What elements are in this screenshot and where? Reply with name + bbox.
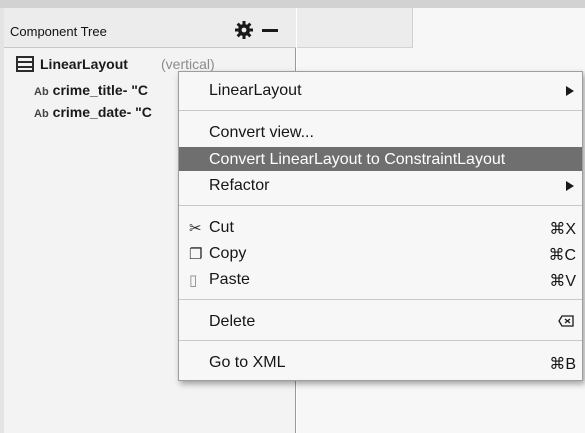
menu-item-label: Paste [209,271,250,288]
design-area-header [297,8,413,48]
gear-icon[interactable] [234,20,254,40]
linear-layout-icon [16,56,34,72]
menu-item-shortcut: ⌘B [549,356,576,373]
context-menu: LinearLayout Convert view... Convert Lin… [178,71,583,381]
menu-item-label: Convert LinearLayout to ConstraintLayout [209,151,506,168]
menu-separator [179,299,582,300]
copy-icon: ❐ [189,246,203,263]
submenu-arrow-icon [566,86,574,96]
minimize-icon[interactable] [262,29,278,32]
panel-header: Component Tree [4,8,296,48]
tree-item-crime-title[interactable]: Ab crime_title- "C [34,82,194,102]
menu-item-label: Refactor [209,177,270,194]
tree-root-orientation: (vertical) [161,56,215,72]
menu-item-label: Go to XML [209,354,286,371]
textview-icon: Ab [34,86,49,98]
menu-item-shortcut: ⌘X [549,221,576,238]
menu-separator [179,110,582,111]
menu-item-copy[interactable]: ❐ Copy ⌘C [179,241,582,265]
menu-item-go-to-xml[interactable]: Go to XML ⌘B [179,350,582,374]
menu-item-label: LinearLayout [209,82,302,99]
menu-item-label: Convert view... [209,124,314,141]
menu-item-convert-view[interactable]: Convert view... [179,120,582,144]
menu-item-refactor[interactable]: Refactor [179,173,582,197]
submenu-arrow-icon [566,181,574,191]
menu-separator [179,340,582,341]
delete-key-icon [558,315,574,327]
menu-item-shortcut: ⌘V [549,273,576,290]
cut-icon: ✂ [189,220,202,237]
tree-root-label: LinearLayout [40,56,128,72]
menu-item-shortcut: ⌘C [548,247,576,264]
tree-item-label: crime_title- "C [52,82,149,98]
menu-item-linearlayout[interactable]: LinearLayout [179,78,582,102]
menu-item-delete[interactable]: Delete [179,309,582,333]
menu-item-label: Copy [209,245,247,262]
paste-icon: ▯ [189,272,198,289]
menu-item-paste[interactable]: ▯ Paste ⌘V [179,267,582,291]
window-top-border [0,0,585,8]
menu-separator [179,205,582,206]
menu-item-convert-to-constraintlayout[interactable]: Convert LinearLayout to ConstraintLayout [179,147,582,171]
menu-item-label: Cut [209,219,234,236]
tree-item-crime-date[interactable]: Ab crime_date- "C [34,104,194,124]
tree-item-label: crime_date- "C [52,104,152,120]
textview-icon: Ab [34,108,49,120]
menu-item-label: Delete [209,313,256,330]
menu-item-cut[interactable]: ✂ Cut ⌘X [179,215,582,239]
panel-title: Component Tree [10,24,107,39]
